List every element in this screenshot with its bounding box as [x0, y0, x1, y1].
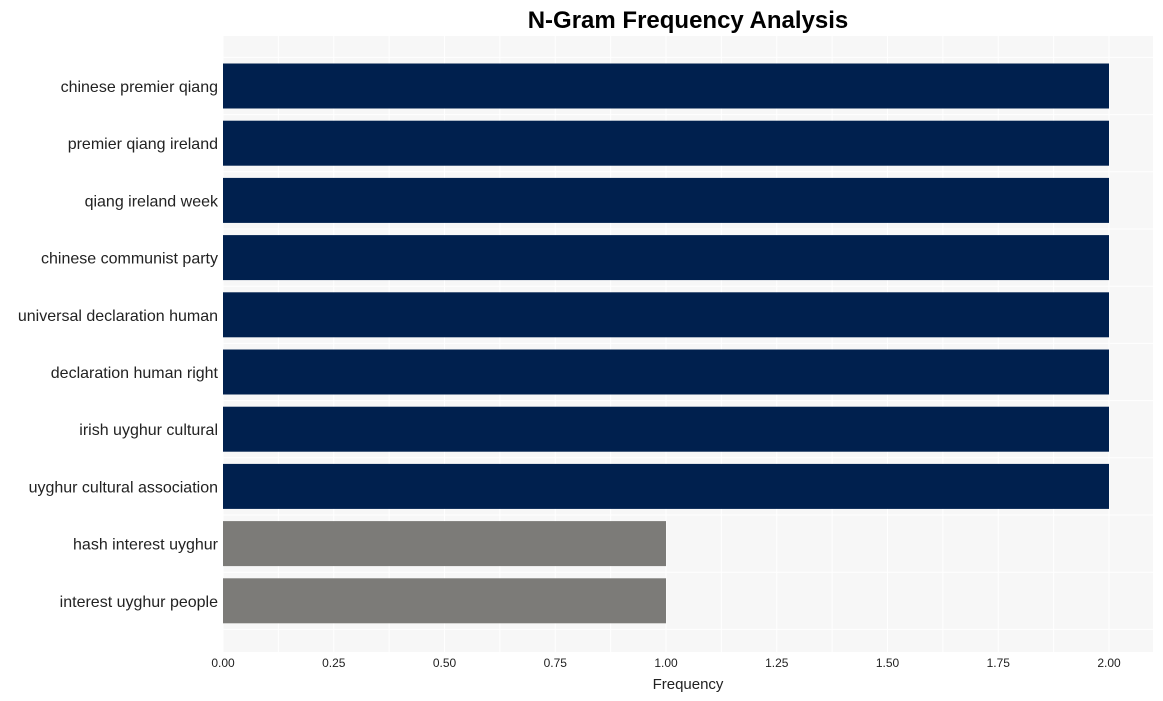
- x-tick-label: 0.25: [322, 656, 346, 670]
- x-tick-label: 1.75: [987, 656, 1011, 670]
- x-tick-label: 1.25: [765, 656, 789, 670]
- x-tick-label: 1.50: [876, 656, 900, 670]
- y-axis-labels: chinese premier qiang premier qiang irela…: [18, 79, 219, 611]
- bar: [223, 463, 1109, 509]
- bar: [223, 406, 1109, 452]
- bar: [223, 177, 1109, 223]
- x-tick-label: 2.00: [1097, 656, 1121, 670]
- x-tick-label: 0.75: [544, 656, 568, 670]
- x-axis-ticks: 0.00 0.25 0.50 0.75 1.00 1.25 1.50 1.75 2.00: [211, 656, 1121, 670]
- y-tick-label: uyghur cultural association: [29, 479, 218, 496]
- y-tick-label: interest uyghur people: [60, 594, 218, 611]
- x-axis-label: Frequency: [653, 676, 724, 693]
- y-tick-label: chinese premier qiang: [61, 79, 218, 96]
- y-tick-label: premier qiang ireland: [68, 136, 218, 153]
- bar: [223, 349, 1109, 395]
- y-tick-label: hash interest uyghur: [73, 537, 219, 554]
- bar: [223, 292, 1109, 338]
- bar: [223, 235, 1109, 281]
- bar: [223, 63, 1109, 109]
- x-tick-label: 1.00: [654, 656, 678, 670]
- chart: chinese premier qiang premier qiang irela…: [18, 7, 1153, 693]
- y-tick-label: declaration human right: [51, 365, 219, 382]
- y-tick-label: universal declaration human: [18, 308, 218, 325]
- bar: [223, 578, 666, 624]
- y-tick-label: chinese communist party: [41, 251, 218, 268]
- x-tick-label: 0.00: [211, 656, 235, 670]
- chart-title: N-Gram Frequency Analysis: [528, 7, 849, 34]
- y-tick-label: qiang ireland week: [85, 193, 219, 210]
- y-tick-label: irish uyghur cultural: [79, 422, 218, 439]
- x-tick-label: 0.50: [433, 656, 457, 670]
- bar: [223, 521, 666, 567]
- bar: [223, 120, 1109, 166]
